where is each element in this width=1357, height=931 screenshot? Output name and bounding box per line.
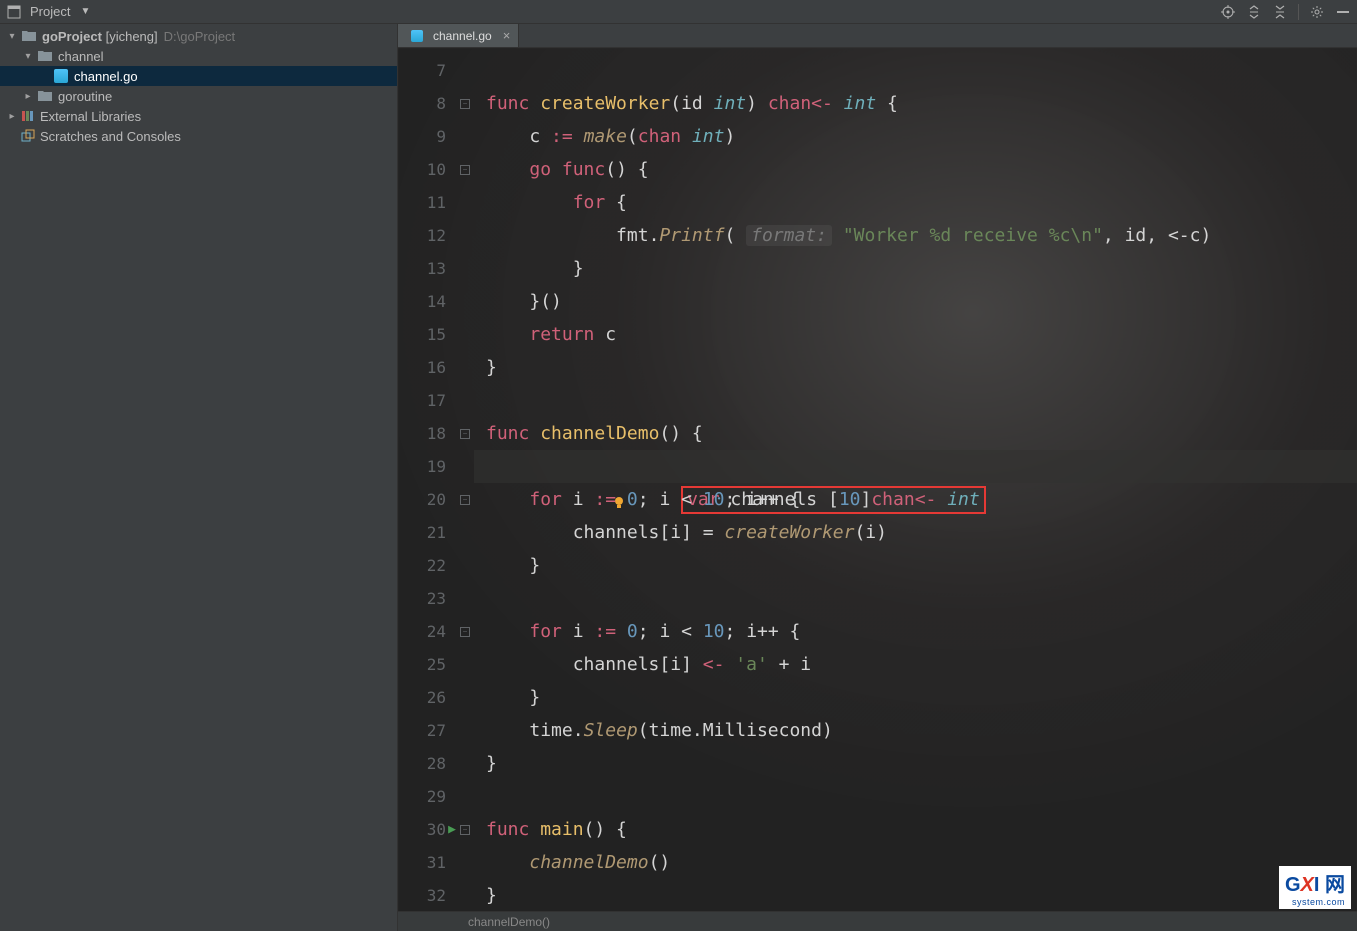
minimize-icon[interactable]	[1335, 4, 1351, 20]
fold-icon[interactable]: −	[460, 429, 470, 439]
tree-external-libraries[interactable]: ▸ External Libraries	[0, 106, 397, 126]
watermark-logo: GXI 网 system.com	[1279, 866, 1351, 909]
editor-tabbar: channel.go ×	[398, 24, 1357, 48]
collapse-all-icon[interactable]	[1272, 4, 1288, 20]
folder-icon	[37, 88, 53, 104]
close-icon[interactable]: ×	[503, 28, 511, 43]
tab-label: channel.go	[433, 29, 492, 43]
code-content[interactable]: func createWorker(id int) chan<- int { c…	[474, 48, 1357, 931]
project-sidebar: ▾ goProject [yicheng] D:\goProject ▾ cha…	[0, 24, 398, 931]
go-file-icon	[53, 68, 69, 84]
tree-root[interactable]: ▾ goProject [yicheng] D:\goProject	[0, 26, 397, 46]
highlighted-line: var channels [10]chan<- int	[474, 450, 1357, 483]
scratches-icon	[21, 129, 35, 143]
panel-title: Project	[30, 4, 70, 19]
scratches-label: Scratches and Consoles	[40, 129, 181, 144]
tree-scratches[interactable]: Scratches and Consoles	[0, 126, 397, 146]
folder-label: goroutine	[58, 89, 112, 104]
folder-icon	[21, 28, 37, 44]
tree-channel-folder[interactable]: ▾ channel	[0, 46, 397, 66]
fold-icon[interactable]: −	[460, 99, 470, 109]
fold-icon[interactable]: −	[460, 627, 470, 637]
editor-area: channel.go × 7 8 9 10 11 12 13 14	[398, 24, 1357, 931]
project-path: D:\goProject	[164, 29, 236, 44]
tab-channel-go[interactable]: channel.go ×	[398, 24, 519, 47]
expand-all-icon[interactable]	[1246, 4, 1262, 20]
intention-bulb-icon[interactable]	[438, 456, 454, 472]
editor-body[interactable]: 7 8 9 10 11 12 13 14 15 16 17 18 19 20	[398, 48, 1357, 931]
chevron-down-icon[interactable]: ▾	[6, 31, 18, 42]
tree-file-channel-go[interactable]: channel.go	[0, 66, 397, 86]
tree-goroutine-folder[interactable]: ▸ goroutine	[0, 86, 397, 106]
project-icon	[6, 4, 22, 20]
fold-column: − − − − − −	[456, 48, 474, 931]
chevron-right-icon[interactable]: ▸	[6, 111, 18, 122]
run-gutter-icon[interactable]: ▶	[446, 813, 456, 846]
separator	[1298, 4, 1299, 20]
locate-icon[interactable]	[1220, 4, 1236, 20]
project-name: goProject [yicheng]	[42, 29, 158, 44]
folder-icon	[37, 48, 53, 64]
external-libs-label: External Libraries	[40, 109, 141, 124]
folder-label: channel	[58, 49, 104, 64]
fold-icon[interactable]: −	[460, 825, 470, 835]
top-toolbar: Project ▼	[0, 0, 1357, 24]
chevron-right-icon[interactable]: ▸	[22, 91, 34, 102]
fold-icon[interactable]: −	[460, 165, 470, 175]
dropdown-icon[interactable]: ▼	[80, 6, 90, 17]
chevron-down-icon[interactable]: ▾	[22, 51, 34, 62]
file-label: channel.go	[74, 69, 138, 84]
library-icon	[21, 109, 35, 123]
go-file-icon	[409, 28, 425, 44]
gear-icon[interactable]	[1309, 4, 1325, 20]
